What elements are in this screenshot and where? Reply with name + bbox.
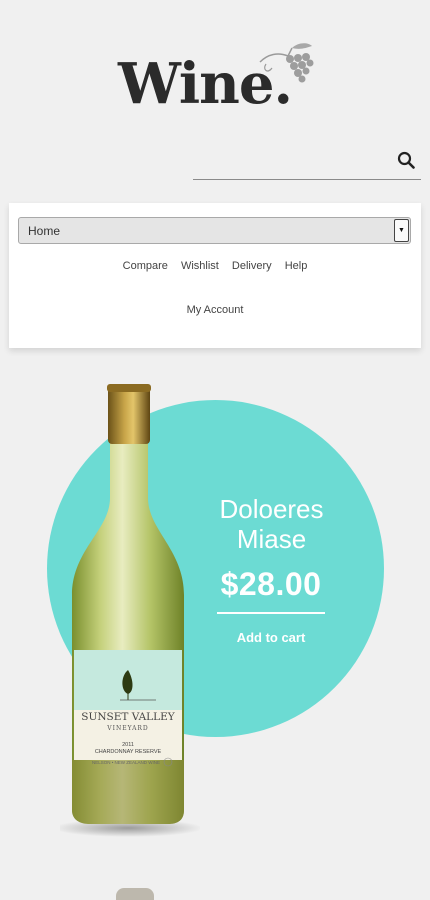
price-divider bbox=[217, 612, 325, 614]
delivery-link[interactable]: Delivery bbox=[232, 260, 272, 272]
site-logo[interactable]: Wine. bbox=[118, 40, 328, 116]
my-account-link[interactable]: My Account bbox=[187, 304, 244, 316]
search-input[interactable] bbox=[193, 143, 388, 179]
compare-link[interactable]: Compare bbox=[123, 260, 168, 272]
next-product-image[interactable] bbox=[116, 888, 154, 900]
search-icon[interactable] bbox=[397, 151, 415, 169]
page-select-value: Home bbox=[28, 224, 61, 238]
chevron-down-icon[interactable]: ▼ bbox=[394, 219, 409, 242]
wishlist-link[interactable]: Wishlist bbox=[181, 260, 219, 272]
search-bar bbox=[193, 143, 421, 180]
bottle-label-brand: SUNSET VALLEY bbox=[81, 711, 175, 723]
bottle-label-year: 2011 bbox=[122, 742, 134, 748]
bottle-label-variety: CHARDONNAY RESERVE bbox=[95, 749, 162, 755]
help-link[interactable]: Help bbox=[285, 260, 308, 272]
wine-bottle-image[interactable]: SUNSET VALLEY VINEYARD 2011 CHARDONNAY R… bbox=[60, 380, 200, 840]
bottle-label-origin: NELSON • NEW ZEALAND WINE bbox=[92, 760, 160, 765]
account-row: My Account bbox=[9, 304, 421, 316]
top-links: Compare Wishlist Delivery Help bbox=[9, 260, 421, 272]
product-price: $28.00 bbox=[220, 566, 322, 602]
product-name-line2: Miase bbox=[236, 524, 307, 554]
navigation-panel: Home ▼ Compare Wishlist Delivery Help My… bbox=[9, 203, 421, 348]
bottle-label-vineyard: VINEYARD bbox=[106, 725, 149, 732]
product-name-line1: Doloeres bbox=[219, 494, 324, 524]
grapes-icon bbox=[259, 43, 314, 83]
page-select[interactable]: Home ▼ bbox=[18, 217, 411, 244]
product-name: Doloeres Miase bbox=[200, 494, 343, 554]
add-to-cart-button[interactable]: Add to cart bbox=[214, 630, 328, 645]
